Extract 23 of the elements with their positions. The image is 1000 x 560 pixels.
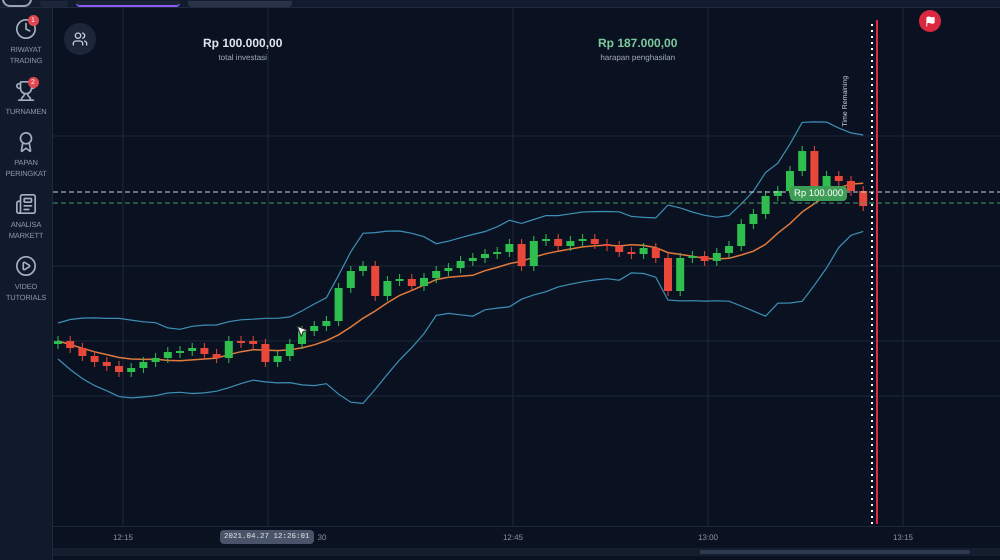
- price-tag: Rp 100.000: [790, 186, 848, 201]
- scrollbar[interactable]: [53, 548, 1000, 556]
- scrollbar-thumb[interactable]: [700, 550, 970, 554]
- time-axis-label: 30: [318, 532, 326, 544]
- play-icon: [15, 255, 37, 277]
- newspaper-icon: [15, 193, 37, 215]
- social-button[interactable]: [64, 23, 96, 55]
- expiry-flag-button[interactable]: [919, 10, 941, 32]
- trophy-icon: [15, 80, 37, 102]
- investment-label: total investasi: [218, 52, 267, 64]
- time-axis-label: 12:15: [112, 532, 134, 544]
- expected-income-label: harapan penghasilan: [600, 52, 676, 64]
- time-axis-label: 13:00: [698, 532, 718, 544]
- mouse-cursor-icon: [295, 324, 309, 338]
- expected-income-amount: Rp 187.000,00: [598, 35, 678, 52]
- investment-amount: Rp 100.000,00: [203, 35, 282, 52]
- flag-icon: [924, 16, 936, 26]
- clock-icon: [15, 18, 37, 40]
- time-axis-label: 13:15: [892, 532, 914, 544]
- top-tab[interactable]: [76, 1, 180, 7]
- time-axis-label: 12:45: [502, 532, 524, 544]
- users-icon: [72, 31, 88, 47]
- toolbar-button[interactable]: [40, 1, 68, 7]
